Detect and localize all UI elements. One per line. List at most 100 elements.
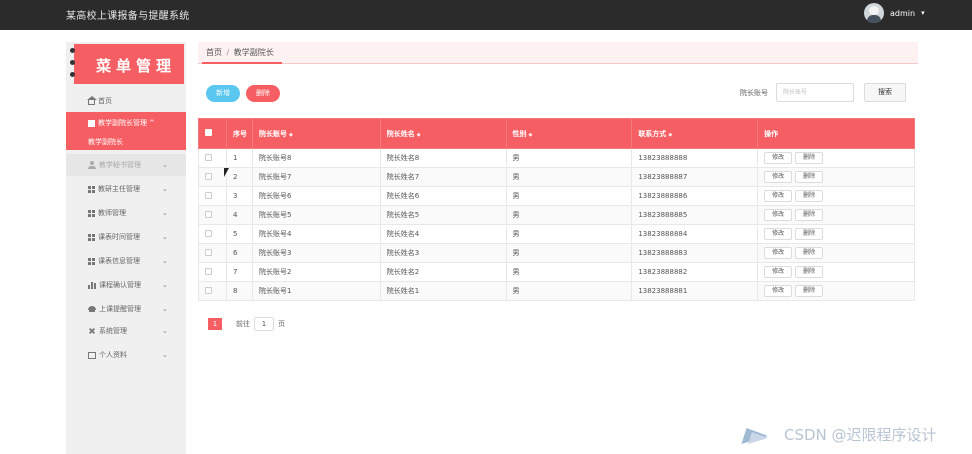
chevron-down-icon[interactable]: ▾ [921,9,925,17]
avatar[interactable] [864,3,884,23]
breadcrumb-underline [202,62,282,64]
search-input[interactable] [776,83,854,102]
edit-button[interactable]: 修改 [764,152,793,164]
select-all-checkbox[interactable] [205,129,212,136]
sidebar-item-system-management[interactable]: 系统管理 ⌄ [66,320,186,342]
watermark-text: CSDN @迟限程序设计 [784,426,937,444]
column-header: 序号 [225,118,253,149]
sidebar: 菜单管理 首页 教学副院长管理 ^ 教学副院长 教学秘书管理 ⌄ 教研主任管理 … [66,42,186,454]
chevron-down-icon: ⌄ [162,185,168,193]
goto-label: 前往 [236,320,250,328]
sidebar-subitem-vice-dean[interactable]: 教学副院长 [66,134,186,150]
sort-icon[interactable]: ◆ [289,132,293,138]
column-header[interactable]: 院长姓名 ◆ [379,118,507,149]
sidebar-item-research-director-management[interactable]: 教研主任管理 ⌄ [66,178,186,200]
batch-delete-button[interactable]: 删除 [246,85,280,102]
add-button[interactable]: 新增 [206,85,240,102]
cell-no: 1 [225,148,253,168]
cell-name: 院长姓名3 [379,243,507,263]
sidebar-item-course-confirm-management[interactable]: 课程确认管理 ⌄ [66,274,186,296]
edit-button[interactable]: 修改 [764,209,793,221]
delete-button[interactable]: 删除 [795,247,824,259]
delete-button[interactable]: 删除 [795,190,824,202]
user-menu[interactable]: admin ▾ [864,3,925,23]
cap-icon [88,305,96,313]
sidebar-item-home[interactable]: 首页 [66,90,186,112]
cell-actions: 修改 删除 [757,262,915,282]
cell-name: 院长姓名8 [379,148,507,168]
table-row: 2 院长账号7 院长姓名7 男 13823888887 修改 删除 [198,167,915,187]
row-checkbox[interactable] [205,210,212,218]
sidebar-item-teacher-management[interactable]: 教师管理 ⌄ [66,202,186,224]
sidebar-item-label: 首页 [98,97,112,105]
cross-icon [87,326,97,336]
cell-gender: 男 [505,262,633,282]
cell-account: 院长账号2 [251,262,381,282]
delete-button[interactable]: 删除 [795,171,824,183]
table-header-row: 序号 院长账号 ◆ 院长姓名 ◆ 性别 ◆ 联系方式 ◆ 操作 [198,118,915,149]
cell-phone: 13823888886 [631,186,759,206]
username[interactable]: admin [890,9,915,18]
table-row: 6 院长账号3 院长姓名3 男 13823888883 修改 删除 [198,243,915,263]
box-icon [88,351,96,359]
column-header[interactable]: 院长账号 ◆ [251,118,381,149]
goto-page-input[interactable]: 1 [254,317,274,331]
column-header[interactable]: 性别 ◆ [505,118,633,149]
cell-gender: 男 [505,243,633,263]
row-checkbox[interactable] [205,286,212,294]
breadcrumb-home[interactable]: 首页 [206,48,222,57]
page-number-current[interactable]: 1 [208,318,222,330]
select-all-cell[interactable] [198,118,227,149]
delete-button[interactable]: 删除 [795,209,824,221]
column-header[interactable]: 联系方式 ◆ [631,118,759,149]
cell-gender: 男 [505,205,633,225]
cell-account: 院长账号6 [251,186,381,206]
delete-button[interactable]: 删除 [795,266,824,278]
cell-account: 院长账号3 [251,243,381,263]
sidebar-item-schedule-time-management[interactable]: 课表时间管理 ⌄ [66,226,186,248]
delete-button[interactable]: 删除 [795,152,824,164]
top-bar: 某高校上课报备与提醒系统 admin ▾ [0,0,972,30]
sidebar-item-profile[interactable]: 个人资料 ⌄ [66,344,186,366]
delete-button[interactable]: 删除 [795,285,824,297]
watermark: CSDN @迟限程序设计 [742,424,937,445]
edit-button[interactable]: 修改 [764,266,793,278]
edit-button[interactable]: 修改 [764,190,793,202]
sidebar-item-class-reminder-management[interactable]: 上课提醒管理 ⌄ [66,298,186,320]
sidebar-item-secretary-management[interactable]: 教学秘书管理 ⌄ [66,154,186,176]
delete-button[interactable]: 删除 [795,228,824,240]
sort-icon[interactable]: ◆ [417,132,421,138]
search-button[interactable]: 搜索 [864,83,906,102]
table-row: 8 院长账号1 院长姓名1 男 13823888881 修改 删除 [198,281,915,301]
sidebar-item-label: 系统管理 [99,327,127,335]
edit-button[interactable]: 修改 [764,171,793,183]
row-checkbox[interactable] [205,267,212,275]
cell-no: 4 [225,205,253,225]
edit-button[interactable]: 修改 [764,285,793,297]
sidebar-item-schedule-info-management[interactable]: 课表信息管理 ⌄ [66,250,186,272]
row-checkbox[interactable] [205,248,212,256]
breadcrumb-separator: / [226,48,230,57]
sort-icon[interactable]: ◆ [529,132,533,138]
sidebar-item-label: 教师管理 [98,209,126,217]
pagination: 1 前往 1 页 [208,317,285,331]
sort-icon[interactable]: ◆ [668,132,672,138]
edit-button[interactable]: 修改 [764,228,793,240]
row-checkbox[interactable] [205,172,212,180]
breadcrumb-bar: 首页 / 教学副院长 [198,42,918,64]
row-checkbox[interactable] [205,229,212,237]
cell-phone: 13823888887 [631,167,759,187]
breadcrumb-current: 教学副院长 [233,48,274,57]
cell-actions: 修改 删除 [757,281,915,301]
cell-gender: 男 [505,148,633,168]
edit-button[interactable]: 修改 [764,247,793,259]
csdn-logo-icon [742,426,778,444]
row-checkbox[interactable] [205,191,212,199]
chevron-down-icon: ⌄ [162,305,168,313]
cell-phone: 13823888888 [631,148,759,168]
menu-title: 菜单管理 [96,57,177,75]
sidebar-item-vice-dean-management[interactable]: 教学副院长管理 ^ [66,112,186,134]
row-checkbox[interactable] [205,153,212,161]
chevron-down-icon: ⌄ [162,161,168,169]
chevron-down-icon: ⌄ [162,257,168,265]
